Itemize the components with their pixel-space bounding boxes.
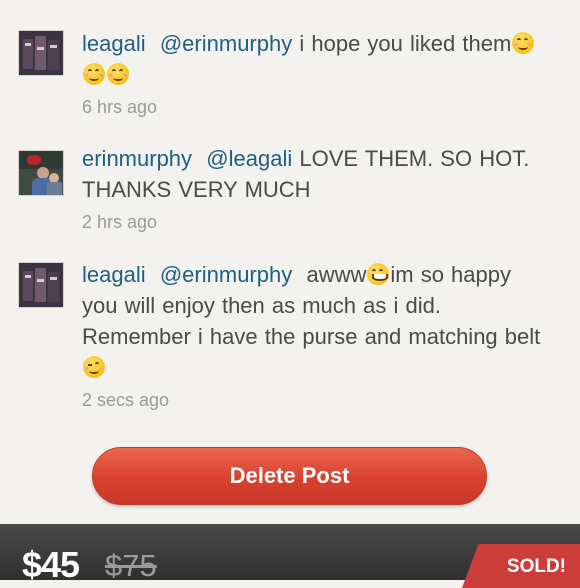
comment-username[interactable]: erinmurphy: [82, 146, 192, 171]
comment-body: leagali @erinmurphy i hope you liked the…: [82, 28, 552, 118]
comment-mention[interactable]: @erinmurphy: [160, 31, 292, 56]
smiling-blush-emoji-icon: [83, 63, 105, 85]
delete-post-button[interactable]: Delete Post: [92, 447, 487, 505]
comment-message: awww: [306, 262, 367, 287]
comment-body: erinmurphy @leagali LOVE THEM. SO HOT. T…: [82, 143, 552, 233]
comment-timestamp: 2 hrs ago: [82, 212, 158, 232]
listing-price-bar: $45 $75 SOLD!: [0, 524, 580, 588]
comment-username[interactable]: leagali: [82, 31, 146, 56]
comment-text: erinmurphy @leagali LOVE THEM. SO HOT. T…: [82, 143, 552, 205]
winking-emoji-icon: [83, 356, 105, 378]
avatar[interactable]: [18, 150, 64, 196]
comment-timestamp: 6 hrs ago: [82, 97, 158, 117]
comment-text: leagali @erinmurphy i hope you liked the…: [82, 28, 552, 90]
avatar[interactable]: [18, 262, 64, 308]
sold-status-label: SOLD!: [506, 556, 566, 577]
comment-message: i hope you liked them: [299, 31, 512, 56]
comment-body: leagali @erinmurphy awww im so happy you …: [82, 259, 552, 411]
smiling-blush-emoji-icon: [512, 32, 535, 54]
avatar[interactable]: [18, 30, 64, 76]
smiling-blush-emoji-icon: [107, 63, 129, 85]
comment-timestamp: 2 secs ago: [82, 390, 170, 410]
comment-text: leagali @erinmurphy awww im so happy you …: [82, 259, 552, 383]
original-price: $75: [105, 548, 157, 583]
comment-mention[interactable]: @leagali: [206, 146, 292, 171]
grinning-emoji-icon: [367, 263, 390, 285]
comment-mention[interactable]: @erinmurphy: [160, 262, 292, 287]
comment-username[interactable]: leagali: [82, 262, 146, 287]
